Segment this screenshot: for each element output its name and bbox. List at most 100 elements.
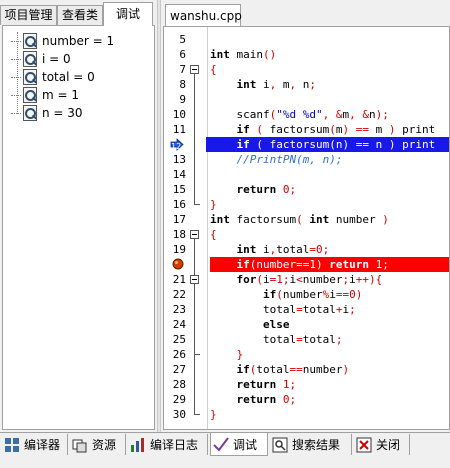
code-line[interactable]: total=total+i; <box>210 302 449 317</box>
code-line[interactable] <box>210 167 449 182</box>
watch-item-label: m = 1 <box>42 88 80 102</box>
line-number[interactable]: 27 <box>164 362 186 377</box>
watch-item[interactable]: number = 1 <box>11 32 114 50</box>
line-number[interactable]: 26 <box>164 347 186 362</box>
gutter-separator <box>207 27 208 429</box>
line-gutter: 5 6 7 8 9 10 11 12 13 14 15 16 17 18 19 21 22 23 24 25 26 27 2… <box>164 27 204 429</box>
fold-toggle[interactable] <box>190 65 199 74</box>
code-line[interactable]: } <box>210 347 449 362</box>
watch-magnifier-icon <box>23 51 37 67</box>
tab-debug[interactable]: 调试 <box>103 2 153 26</box>
code-line[interactable]: return 0; <box>210 392 449 407</box>
tab-class-view[interactable]: 查看类 <box>57 5 103 25</box>
code-line[interactable] <box>210 92 449 107</box>
code-line[interactable]: total=total; <box>210 332 449 347</box>
tab-compile-log-label: 编译日志 <box>150 438 199 452</box>
watch-variables-panel: number = 1 i = 0 total = 0 m = 1 n = 30 <box>2 25 155 430</box>
line-number[interactable]: 19 <box>164 242 186 257</box>
code-line[interactable]: else <box>210 317 449 332</box>
code-line[interactable]: { <box>210 227 449 242</box>
code-line[interactable]: return 0; <box>210 182 449 197</box>
watch-magnifier-icon <box>23 33 37 49</box>
code-line[interactable]: if(number==1) return 1; <box>210 257 449 272</box>
code-line[interactable]: if ( factorsum(m) == m ) print <box>210 122 449 137</box>
line-number[interactable]: 11 <box>164 122 186 137</box>
line-number[interactable]: 9 <box>164 92 186 107</box>
watch-item[interactable]: i = 0 <box>11 50 71 68</box>
code-line[interactable]: if(number%i==0) <box>210 287 449 302</box>
tab-project-manager[interactable]: 项目管理 <box>0 5 57 25</box>
watch-item-label: n = 30 <box>42 106 83 120</box>
line-number[interactable]: 28 <box>164 377 186 392</box>
tab-resources-label: 资源 <box>92 438 117 452</box>
fold-toggle[interactable] <box>190 275 199 284</box>
code-line[interactable]: if ( factorsum(n) == n ) print <box>206 137 449 152</box>
watch-item-label: number = 1 <box>42 34 115 48</box>
watch-item[interactable]: total = 0 <box>11 68 95 86</box>
compiler-grid-icon <box>5 437 19 452</box>
line-number[interactable]: 13 <box>164 152 186 167</box>
fold-toggle[interactable] <box>190 230 199 239</box>
line-number[interactable]: 23 <box>164 302 186 317</box>
tab-debug-label: 调试 <box>233 437 258 452</box>
code-line[interactable]: int factorsum( int number ) <box>210 212 449 227</box>
tab-debug-bottom[interactable]: 调试 <box>210 433 268 456</box>
code-line[interactable]: for(i=1;i<number;i++){ <box>210 272 449 287</box>
tab-compiler[interactable]: 编译器 <box>2 434 68 455</box>
watch-item[interactable]: n = 30 <box>11 104 83 122</box>
line-number[interactable]: 24 <box>164 317 186 332</box>
line-number[interactable]: 15 <box>164 182 186 197</box>
tab-compile-log[interactable]: 编译日志 <box>128 434 208 455</box>
svg-text:12: 12 <box>171 142 181 151</box>
line-number[interactable]: 10 <box>164 107 186 122</box>
code-line[interactable]: } <box>210 197 449 212</box>
line-number[interactable]: 29 <box>164 392 186 407</box>
code-editor[interactable]: 5 6 7 8 9 10 11 12 13 14 15 16 17 18 19 21 22 23 24 25 26 27 2… <box>163 26 450 430</box>
code-line[interactable]: int main() <box>210 47 449 62</box>
tab-search-results-label: 搜索结果 <box>292 438 341 452</box>
code-line[interactable]: //PrintPN(m, n); <box>210 152 449 167</box>
bar-chart-icon <box>131 437 144 452</box>
fold-line <box>194 284 195 354</box>
line-number[interactable]: 16 <box>164 197 186 212</box>
code-line[interactable]: } <box>210 407 449 422</box>
breakpoint-icon[interactable] <box>172 258 184 270</box>
line-number[interactable]: 17 <box>164 212 186 227</box>
fold-end <box>194 204 200 205</box>
code-line[interactable]: int i, m, n; <box>210 77 449 92</box>
line-number[interactable]: 5 <box>164 32 186 47</box>
tab-search-results[interactable]: 搜索结果 <box>270 434 352 455</box>
line-number[interactable]: 8 <box>164 77 186 92</box>
tab-close[interactable]: 关闭 <box>354 434 410 455</box>
watch-magnifier-icon <box>23 87 37 103</box>
line-number[interactable]: 25 <box>164 332 186 347</box>
line-number[interactable]: 30 <box>164 407 186 422</box>
line-number[interactable]: 14 <box>164 167 186 182</box>
line-number[interactable]: 7 <box>164 62 186 77</box>
left-panel: 项目管理 查看类 调试 number = 1 i = 0 total = 0 m… <box>0 0 157 432</box>
watch-item[interactable]: m = 1 <box>11 86 79 104</box>
tab-compiler-label: 编译器 <box>24 438 61 452</box>
code-line[interactable]: scanf("%d %d", &m, &n); <box>210 107 449 122</box>
line-number[interactable]: 18 <box>164 227 186 242</box>
resources-icon <box>72 439 87 452</box>
code-line[interactable]: if(total==number) <box>210 362 449 377</box>
tab-resources[interactable]: 资源 <box>70 434 126 455</box>
bottom-tab-bar: 编译器 资源 编译日志 调试 搜索结果 关闭 <box>0 432 450 468</box>
watch-magnifier-icon <box>23 105 37 121</box>
fold-end <box>194 414 200 415</box>
watch-item-label: i = 0 <box>42 52 71 66</box>
line-number[interactable]: 6 <box>164 47 186 62</box>
tab-close-label: 关闭 <box>376 438 401 452</box>
file-tab[interactable]: wanshu.cpp <box>165 4 242 26</box>
code-line[interactable]: int i,total=0; <box>210 242 449 257</box>
code-line[interactable] <box>210 32 449 47</box>
close-icon <box>356 437 372 452</box>
line-number[interactable]: 22 <box>164 287 186 302</box>
code-line[interactable]: return 1; <box>210 377 449 392</box>
current-line-arrow-icon: 12 <box>170 138 184 151</box>
search-results-icon <box>272 437 288 452</box>
line-number[interactable]: 21 <box>164 272 186 287</box>
code-line[interactable]: { <box>210 62 449 77</box>
fold-line <box>194 74 195 204</box>
